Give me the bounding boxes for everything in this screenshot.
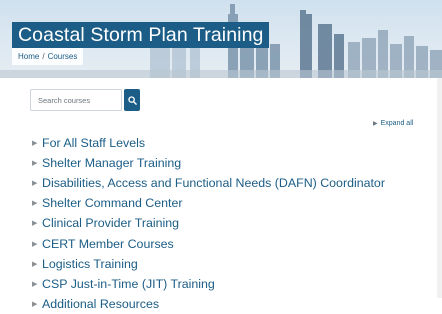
search-input[interactable] [30,89,122,111]
caret-right-icon: ▶ [32,200,38,208]
course-category-label: Disabilities, Access and Functional Need… [42,176,385,191]
course-category-label: Additional Resources [42,296,160,311]
course-category-label: Shelter Command Center [42,196,183,211]
caret-right-icon: ▶ [32,280,38,288]
search-icon [127,95,137,105]
course-category-item[interactable]: ▶ Logistics Training [32,254,385,274]
breadcrumb: Home / Courses [12,48,84,65]
course-category-item[interactable]: ▶ CSP Just-in-Time (JIT) Training [32,274,385,294]
course-category-item[interactable]: ▶ Clinical Provider Training [32,213,385,233]
course-category-label: For All Staff Levels [42,136,146,151]
course-category-item[interactable]: ▶ Additional Resources [32,294,385,314]
breadcrumb-current[interactable]: Courses [48,52,78,61]
course-category-item[interactable]: ▶ For All Staff Levels [32,133,385,153]
caret-right-icon: ▶ [32,240,38,248]
caret-right-icon: ▶ [32,220,38,228]
caret-right-icon: ▶ [373,120,378,127]
expand-all-link[interactable]: ▶ Expand all [373,118,413,128]
header-banner: Coastal Storm Plan Training Home / Cours… [0,0,442,78]
page-title: Coastal Storm Plan Training [12,22,270,48]
course-category-list: ▶ For All Staff Levels ▶ Shelter Manager… [32,133,385,314]
course-category-item[interactable]: ▶ Shelter Manager Training [32,153,385,173]
caret-right-icon: ▶ [32,180,38,188]
caret-right-icon: ▶ [32,140,38,148]
caret-right-icon: ▶ [32,160,38,168]
course-category-item[interactable]: ▶ Disabilities, Access and Functional Ne… [32,173,385,193]
course-category-label: CERT Member Courses [42,236,174,251]
course-category-item[interactable]: ▶ CERT Member Courses [32,233,385,253]
course-category-label: Logistics Training [42,256,138,271]
expand-all-label: Expand all [380,119,414,127]
caret-right-icon: ▶ [32,260,38,268]
course-category-label: Clinical Provider Training [42,216,180,231]
search-button[interactable] [124,89,140,111]
breadcrumb-separator: / [42,52,45,61]
course-category-label: CSP Just-in-Time (JIT) Training [42,276,215,291]
caret-right-icon: ▶ [32,300,38,308]
breadcrumb-home-link[interactable]: Home [18,52,39,61]
course-category-label: Shelter Manager Training [42,156,182,171]
course-category-item[interactable]: ▶ Shelter Command Center [32,193,385,213]
page-scrollbar[interactable] [437,78,442,298]
